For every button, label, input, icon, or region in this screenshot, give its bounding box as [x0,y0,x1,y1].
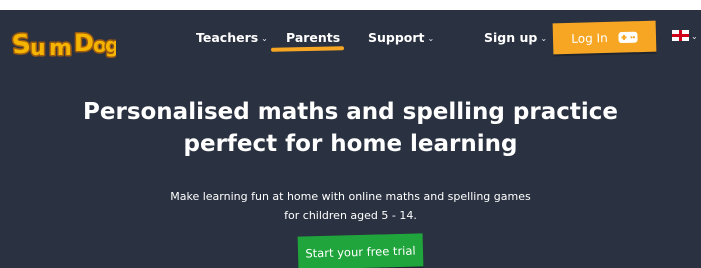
nav-parents-label: Parents [286,30,341,45]
active-nav-underline [270,46,345,52]
page: S u m D o g Teachers ⌄ Parents Support ⌄… [0,10,701,268]
sumdog-logo[interactable]: S u m D o g [10,24,116,61]
nav-signup[interactable]: Sign up ⌄ [484,30,547,45]
hero-subtext: Make learning fun at home with online ma… [0,187,701,225]
start-free-trial-button[interactable]: Start your free trial [297,233,424,268]
svg-text:D: D [74,29,94,57]
language-selector[interactable]: ⌄ [672,30,698,41]
svg-text:u: u [30,36,46,60]
subtext-line-2: for children aged 5 - 14. [284,209,417,222]
chevron-down-icon: ⌄ [691,32,698,41]
uk-flag-icon [672,30,689,41]
svg-text:m: m [49,36,72,60]
chevron-down-icon: ⌄ [261,34,268,43]
chevron-down-icon: ⌄ [427,34,435,43]
gamepad-icon [618,31,638,43]
login-button[interactable]: Log In [552,20,657,55]
nav-signup-label: Sign up [484,30,538,45]
login-button-label: Log In [571,30,608,46]
nav-parents[interactable]: Parents [286,30,340,45]
headline-line-2: perfect for home learning [183,131,518,157]
subtext-line-1: Make learning fun at home with online ma… [170,190,531,203]
nav-teachers-label: Teachers [196,30,259,45]
svg-text:g: g [105,33,116,57]
nav-support-label: Support [368,30,425,45]
hero-headline: Personalised maths and spelling practice… [0,96,701,160]
nav-support[interactable]: Support ⌄ [368,30,434,45]
headline-line-1: Personalised maths and spelling practice [83,99,618,125]
nav-teachers[interactable]: Teachers ⌄ [196,30,268,45]
chevron-down-icon: ⌄ [540,34,548,43]
cta-label: Start your free trial [305,243,416,260]
